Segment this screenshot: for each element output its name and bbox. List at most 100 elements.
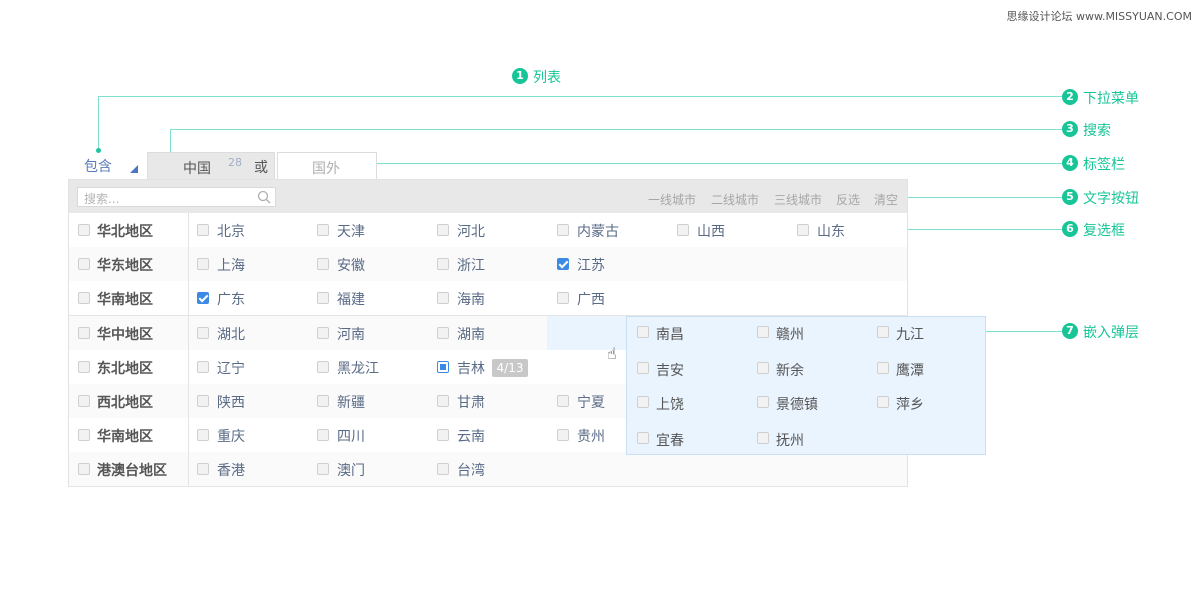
province-checkbox[interactable] (557, 224, 569, 236)
province-checkbox[interactable] (317, 224, 329, 236)
province-label[interactable]: 陕西 (217, 392, 245, 412)
province-checkbox[interactable] (197, 224, 209, 236)
province-label[interactable]: 甘肃 (457, 392, 485, 412)
include-dropdown-label[interactable]: 包含 (84, 156, 112, 176)
region-checkbox[interactable] (78, 463, 90, 475)
province-label[interactable]: 北京 (217, 221, 245, 241)
province-label[interactable]: 天津 (337, 221, 365, 241)
city-checkbox[interactable] (877, 396, 889, 408)
province-checkbox[interactable] (437, 327, 449, 339)
province-label[interactable]: 宁夏 (577, 392, 605, 412)
province-label[interactable]: 河南 (337, 324, 365, 344)
province-label[interactable]: 湖北 (217, 324, 245, 344)
region-label[interactable]: 华东地区 (97, 255, 153, 275)
province-label[interactable]: 台湾 (457, 460, 485, 480)
province-checkbox[interactable] (557, 258, 569, 270)
province-label[interactable]: 吉林 (457, 358, 485, 378)
city-checkbox[interactable] (637, 326, 649, 338)
province-checkbox[interactable] (797, 224, 809, 236)
city-checkbox[interactable] (757, 432, 769, 444)
province-checkbox[interactable] (677, 224, 689, 236)
tier1-city-button[interactable]: 一线城市 (648, 191, 696, 208)
province-checkbox[interactable] (197, 292, 209, 304)
city-label[interactable]: 萍乡 (896, 394, 924, 414)
province-label[interactable]: 湖南 (457, 324, 485, 344)
region-label[interactable]: 华南地区 (97, 289, 153, 309)
invert-selection-button[interactable]: 反选 (836, 191, 860, 208)
city-checkbox[interactable] (757, 396, 769, 408)
region-checkbox[interactable] (78, 327, 90, 339)
province-checkbox[interactable] (197, 395, 209, 407)
province-label[interactable]: 山西 (697, 221, 725, 241)
province-checkbox[interactable] (317, 327, 329, 339)
province-label[interactable]: 四川 (337, 426, 365, 446)
region-checkbox[interactable] (78, 429, 90, 441)
province-checkbox[interactable] (317, 258, 329, 270)
province-label[interactable]: 安徽 (337, 255, 365, 275)
city-checkbox[interactable] (637, 396, 649, 408)
region-label[interactable]: 港澳台地区 (97, 460, 167, 480)
region-label[interactable]: 华南地区 (97, 426, 153, 446)
province-label[interactable]: 香港 (217, 460, 245, 480)
province-label[interactable]: 黑龙江 (337, 358, 379, 378)
city-checkbox[interactable] (757, 362, 769, 374)
province-checkbox[interactable] (317, 429, 329, 441)
city-checkbox[interactable] (637, 362, 649, 374)
city-label[interactable]: 赣州 (776, 324, 804, 344)
province-label[interactable]: 福建 (337, 289, 365, 309)
region-checkbox[interactable] (78, 292, 90, 304)
province-checkbox[interactable] (197, 327, 209, 339)
city-label[interactable]: 上饶 (656, 394, 684, 414)
province-label[interactable]: 辽宁 (217, 358, 245, 378)
city-label[interactable]: 鹰潭 (896, 360, 924, 380)
city-label[interactable]: 九江 (896, 324, 924, 344)
city-label[interactable]: 抚州 (776, 430, 804, 450)
province-checkbox[interactable] (437, 292, 449, 304)
dropdown-triangle-icon[interactable] (130, 165, 138, 173)
province-label[interactable]: 重庆 (217, 426, 245, 446)
clear-button[interactable]: 清空 (874, 191, 898, 208)
province-checkbox[interactable] (197, 463, 209, 475)
province-label[interactable]: 新疆 (337, 392, 365, 412)
city-label[interactable]: 宜春 (656, 430, 684, 450)
province-checkbox[interactable] (197, 361, 209, 373)
province-checkbox[interactable] (317, 361, 329, 373)
region-checkbox[interactable] (78, 258, 90, 270)
province-checkbox[interactable] (437, 258, 449, 270)
province-label[interactable]: 贵州 (577, 426, 605, 446)
province-checkbox[interactable] (437, 224, 449, 236)
region-label[interactable]: 西北地区 (97, 392, 153, 412)
city-label[interactable]: 南昌 (656, 324, 684, 344)
city-checkbox[interactable] (877, 326, 889, 338)
city-checkbox[interactable] (637, 432, 649, 444)
region-label[interactable]: 华中地区 (97, 324, 153, 344)
tier2-city-button[interactable]: 二线城市 (711, 191, 759, 208)
province-label[interactable]: 浙江 (457, 255, 485, 275)
tier3-city-button[interactable]: 三线城市 (774, 191, 822, 208)
city-label[interactable]: 吉安 (656, 360, 684, 380)
province-label[interactable]: 山东 (817, 221, 845, 241)
province-checkbox[interactable] (197, 258, 209, 270)
city-label[interactable]: 景德镇 (776, 394, 818, 414)
city-checkbox[interactable] (757, 326, 769, 338)
region-label[interactable]: 东北地区 (97, 358, 153, 378)
province-checkbox[interactable] (437, 429, 449, 441)
province-checkbox[interactable] (437, 395, 449, 407)
province-label[interactable]: 云南 (457, 426, 485, 446)
province-label[interactable]: 海南 (457, 289, 485, 309)
city-checkbox[interactable] (877, 362, 889, 374)
province-checkbox[interactable] (197, 429, 209, 441)
search-icon[interactable] (257, 190, 271, 204)
region-label[interactable]: 华北地区 (97, 221, 153, 241)
province-label[interactable]: 上海 (217, 255, 245, 275)
province-label[interactable]: 广西 (577, 289, 605, 309)
province-label[interactable]: 江苏 (577, 255, 605, 275)
region-checkbox[interactable] (78, 224, 90, 236)
province-checkbox[interactable] (437, 361, 449, 373)
province-checkbox[interactable] (437, 463, 449, 475)
province-label[interactable]: 河北 (457, 221, 485, 241)
region-checkbox[interactable] (78, 395, 90, 407)
province-checkbox[interactable] (557, 292, 569, 304)
province-checkbox[interactable] (557, 429, 569, 441)
province-label[interactable]: 广东 (217, 289, 245, 309)
